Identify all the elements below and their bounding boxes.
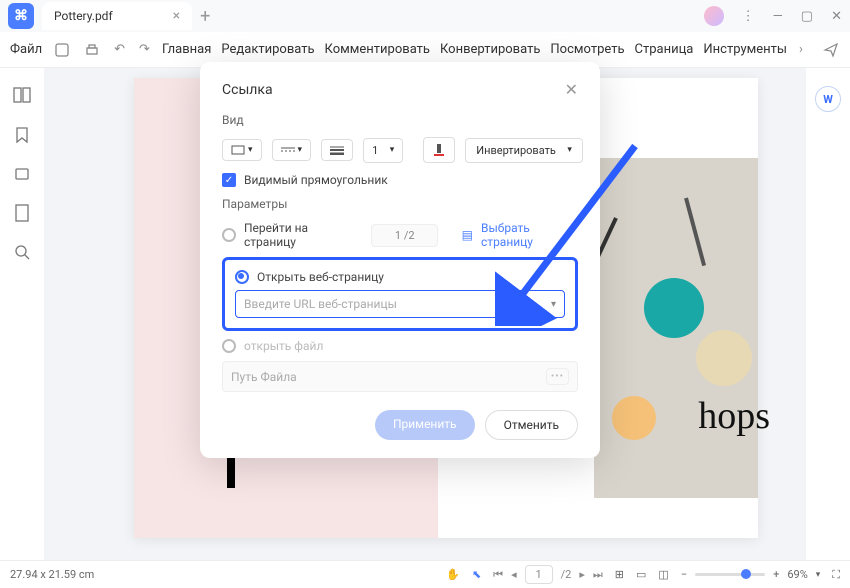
- browse-file-button[interactable]: •••: [546, 368, 569, 385]
- new-tab-button[interactable]: +: [200, 6, 210, 27]
- menu-page[interactable]: Страница: [633, 38, 696, 61]
- word-export-icon[interactable]: W: [815, 86, 841, 112]
- view-controls-row: ▾ ▾ 1 ▾ Инвертировать ▾: [222, 137, 578, 163]
- close-tab-icon[interactable]: ×: [173, 8, 180, 24]
- actual-size-icon[interactable]: ◫: [658, 568, 668, 581]
- option-open-web[interactable]: Открыть веб-страницу: [235, 270, 565, 284]
- visible-rect-checkbox[interactable]: ✓ Видимый прямоугольник: [222, 173, 578, 187]
- search-icon[interactable]: [14, 244, 30, 260]
- page-dimensions: 27.94 x 21.59 cm: [10, 568, 94, 581]
- select-tool-icon[interactable]: ⬉: [472, 568, 481, 581]
- zoom-slider[interactable]: [695, 573, 765, 576]
- prev-page-icon[interactable]: ◂: [511, 568, 517, 581]
- user-avatar[interactable]: [704, 6, 724, 26]
- status-bar: 27.94 x 21.59 cm ✋ ⬉ ⏮ ◂ /2 ▸ ⏭ ⊞ ▭ ◫ − …: [0, 560, 850, 588]
- kebab-menu-icon[interactable]: ⋮: [742, 9, 755, 24]
- menu-home[interactable]: Главная: [160, 38, 213, 61]
- fullscreen-icon[interactable]: ⛶: [832, 568, 840, 582]
- zoom-in-icon[interactable]: +: [773, 568, 779, 581]
- invert-dropdown[interactable]: Инвертировать ▾: [465, 138, 583, 163]
- left-sidebar: [0, 68, 44, 560]
- section-view-label: Вид: [222, 113, 578, 127]
- file-path-input[interactable]: Путь Файла •••: [222, 361, 578, 392]
- menu-file[interactable]: Файл: [8, 38, 44, 61]
- fit-width-icon[interactable]: ⊞: [615, 568, 624, 581]
- apply-button[interactable]: Применить: [375, 410, 475, 440]
- menu-tools[interactable]: Инструменты: [701, 38, 789, 61]
- checkbox-label: Видимый прямоугольник: [244, 173, 388, 187]
- page-number-field[interactable]: 1 /2: [371, 224, 438, 247]
- bookmark-icon[interactable]: [14, 126, 30, 144]
- print-icon[interactable]: [80, 38, 104, 62]
- check-icon: ✓: [222, 173, 236, 187]
- url-input[interactable]: Введите URL веб-страницы ▾: [235, 290, 565, 318]
- thickness-value-dropdown[interactable]: 1 ▾: [363, 138, 403, 163]
- hand-tool-icon[interactable]: ✋: [446, 568, 460, 581]
- tab-label: Pottery.pdf: [54, 9, 113, 23]
- path-placeholder: Путь Файла: [231, 370, 297, 384]
- option-open-file[interactable]: открыть файл: [222, 339, 578, 353]
- radio-label: Перейти на страницу: [244, 221, 355, 249]
- app-logo[interactable]: ⌘: [8, 3, 34, 29]
- page-navigation: ⏮ ◂ /2 ▸ ⏭: [493, 565, 603, 584]
- right-sidebar: W: [806, 68, 850, 560]
- attachments-icon[interactable]: [14, 166, 30, 182]
- radio-icon: [222, 339, 236, 353]
- zoom-value: 69%: [787, 568, 807, 581]
- section-params-label: Параметры: [222, 197, 578, 211]
- page-current-input[interactable]: [525, 565, 553, 584]
- save-icon[interactable]: [50, 38, 74, 62]
- maximize-icon[interactable]: ▢: [801, 9, 813, 24]
- radio-icon: [222, 228, 236, 242]
- border-style-dropdown[interactable]: ▾: [222, 139, 262, 161]
- option-goto-page[interactable]: Перейти на страницу 1 /2 ▤ Выбрать стран…: [222, 221, 578, 249]
- menu-comment[interactable]: Комментировать: [323, 38, 432, 61]
- radio-icon: [235, 270, 249, 284]
- select-page-link[interactable]: Выбрать страницу: [481, 221, 578, 249]
- redo-icon[interactable]: ↷: [135, 38, 154, 61]
- menu-edit[interactable]: Редактировать: [219, 38, 316, 61]
- color-picker-icon[interactable]: [423, 137, 455, 163]
- highlighted-option-group: Открыть веб-страницу Введите URL веб-стр…: [222, 257, 578, 331]
- next-page-icon[interactable]: ▸: [579, 568, 585, 581]
- minimize-icon[interactable]: —: [773, 9, 783, 24]
- last-page-icon[interactable]: ⏭: [593, 568, 603, 582]
- menu-convert[interactable]: Конвертировать: [438, 38, 542, 61]
- dialog-close-icon[interactable]: ✕: [565, 80, 578, 99]
- partial-text: hops: [698, 394, 770, 438]
- document-tab[interactable]: Pottery.pdf ×: [42, 2, 192, 30]
- titlebar: ⌘ Pottery.pdf × + ⋮ — ▢ ✕: [0, 0, 850, 32]
- zoom-out-icon[interactable]: −: [681, 568, 687, 581]
- menu-view[interactable]: Посмотреть: [548, 38, 626, 61]
- url-placeholder: Введите URL веб-страницы: [244, 297, 397, 311]
- dialog-title: Ссылка: [222, 82, 273, 98]
- radio-label: открыть файл: [244, 339, 323, 353]
- zoom-controls: − + 69% ▾: [681, 568, 821, 581]
- close-window-icon[interactable]: ✕: [831, 9, 842, 24]
- thickness-icon[interactable]: [321, 139, 353, 161]
- chevron-right-icon[interactable]: ›: [795, 38, 807, 61]
- chevron-down-icon[interactable]: ▾: [816, 570, 821, 580]
- line-style-dropdown[interactable]: ▾: [272, 139, 312, 161]
- cancel-button[interactable]: Отменить: [485, 410, 578, 440]
- link-dialog: Ссылка ✕ Вид ▾ ▾ 1 ▾ Инвертировать ▾ ✓ В…: [200, 62, 600, 458]
- chevron-down-icon: ▾: [551, 299, 556, 310]
- select-page-icon: ▤: [462, 228, 473, 242]
- first-page-icon[interactable]: ⏮: [493, 568, 503, 582]
- radio-label: Открыть веб-страницу: [257, 270, 384, 284]
- page-icon[interactable]: [15, 204, 29, 222]
- undo-icon[interactable]: ↶: [110, 38, 129, 61]
- send-icon[interactable]: [819, 38, 843, 62]
- page-total: /2: [561, 568, 572, 581]
- fit-page-icon[interactable]: ▭: [636, 568, 646, 581]
- thumbnails-icon[interactable]: [13, 86, 31, 104]
- page-image: [594, 158, 758, 498]
